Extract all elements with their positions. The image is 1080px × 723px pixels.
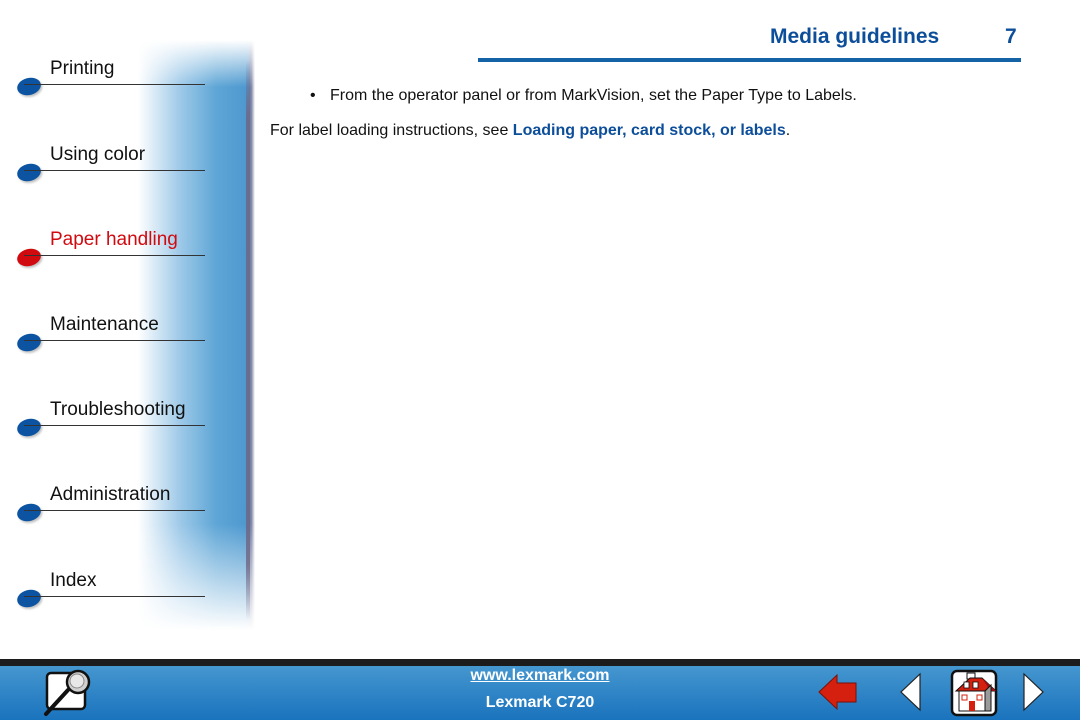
previous-page-icon (900, 672, 921, 712)
sidebar-item-label: Index (50, 570, 97, 591)
previous-page-button[interactable] (898, 672, 924, 712)
sidebar-item-printing[interactable]: Printing (0, 58, 210, 98)
bullet-icon (15, 501, 43, 524)
footer-border (0, 659, 1080, 666)
list-item-text: From the operator panel or from MarkVisi… (330, 87, 857, 104)
sidebar-item-label: Troubleshooting (50, 399, 186, 420)
divider (24, 84, 205, 85)
sidebar-item-troubleshooting[interactable]: Troubleshooting (0, 399, 210, 439)
page-title: Media guidelines (770, 25, 940, 48)
product-name-text: Lexmark C720 (485, 694, 595, 711)
home-button[interactable] (950, 669, 1000, 717)
home-icon (950, 669, 998, 717)
divider (24, 170, 205, 171)
bullet-icon (15, 75, 43, 98)
paragraph-text: For label loading instructions, see (270, 122, 513, 139)
bullet-icon (15, 416, 43, 439)
sidebar-item-label: Maintenance (50, 314, 159, 335)
bullet-icon (15, 161, 43, 184)
paragraph: For label loading instructions, see Load… (270, 122, 790, 140)
loading-paper-link[interactable]: Loading paper, card stock, or labels (513, 122, 786, 139)
divider (24, 425, 205, 426)
sidebar-item-maintenance[interactable]: Maintenance (0, 314, 210, 354)
divider (24, 510, 205, 511)
next-page-button[interactable] (1020, 672, 1046, 712)
next-page-icon (1023, 672, 1044, 712)
sidebar-edge (246, 60, 250, 620)
sidebar-item-label: Using color (50, 144, 146, 165)
bullet-glyph: • (310, 87, 316, 104)
sidebar-item-label: Administration (50, 484, 171, 505)
divider (24, 255, 205, 256)
sidebar-item-label: Paper handling (50, 229, 178, 250)
sidebar-item-paper-handling[interactable]: Paper handling (0, 229, 210, 269)
paragraph-end: . (785, 122, 791, 139)
list-item: • From the operator panel or from MarkVis… (310, 87, 857, 105)
back-arrow-icon (818, 673, 857, 711)
sidebar-item-index[interactable]: Index (0, 570, 210, 610)
divider (24, 340, 205, 341)
back-button[interactable] (818, 672, 858, 712)
sidebar-item-administration[interactable]: Administration (0, 484, 210, 524)
sidebar-item-label: Printing (50, 58, 115, 79)
bullet-icon (15, 331, 43, 354)
website-link-text[interactable]: www.lexmark.com (470, 667, 609, 684)
sidebar-item-using-color[interactable]: Using color (0, 144, 210, 184)
bullet-icon (15, 587, 43, 610)
bullet-icon (15, 246, 43, 269)
divider (24, 596, 205, 597)
page-number: 7 (1005, 25, 1017, 48)
header-divider (478, 58, 1021, 62)
